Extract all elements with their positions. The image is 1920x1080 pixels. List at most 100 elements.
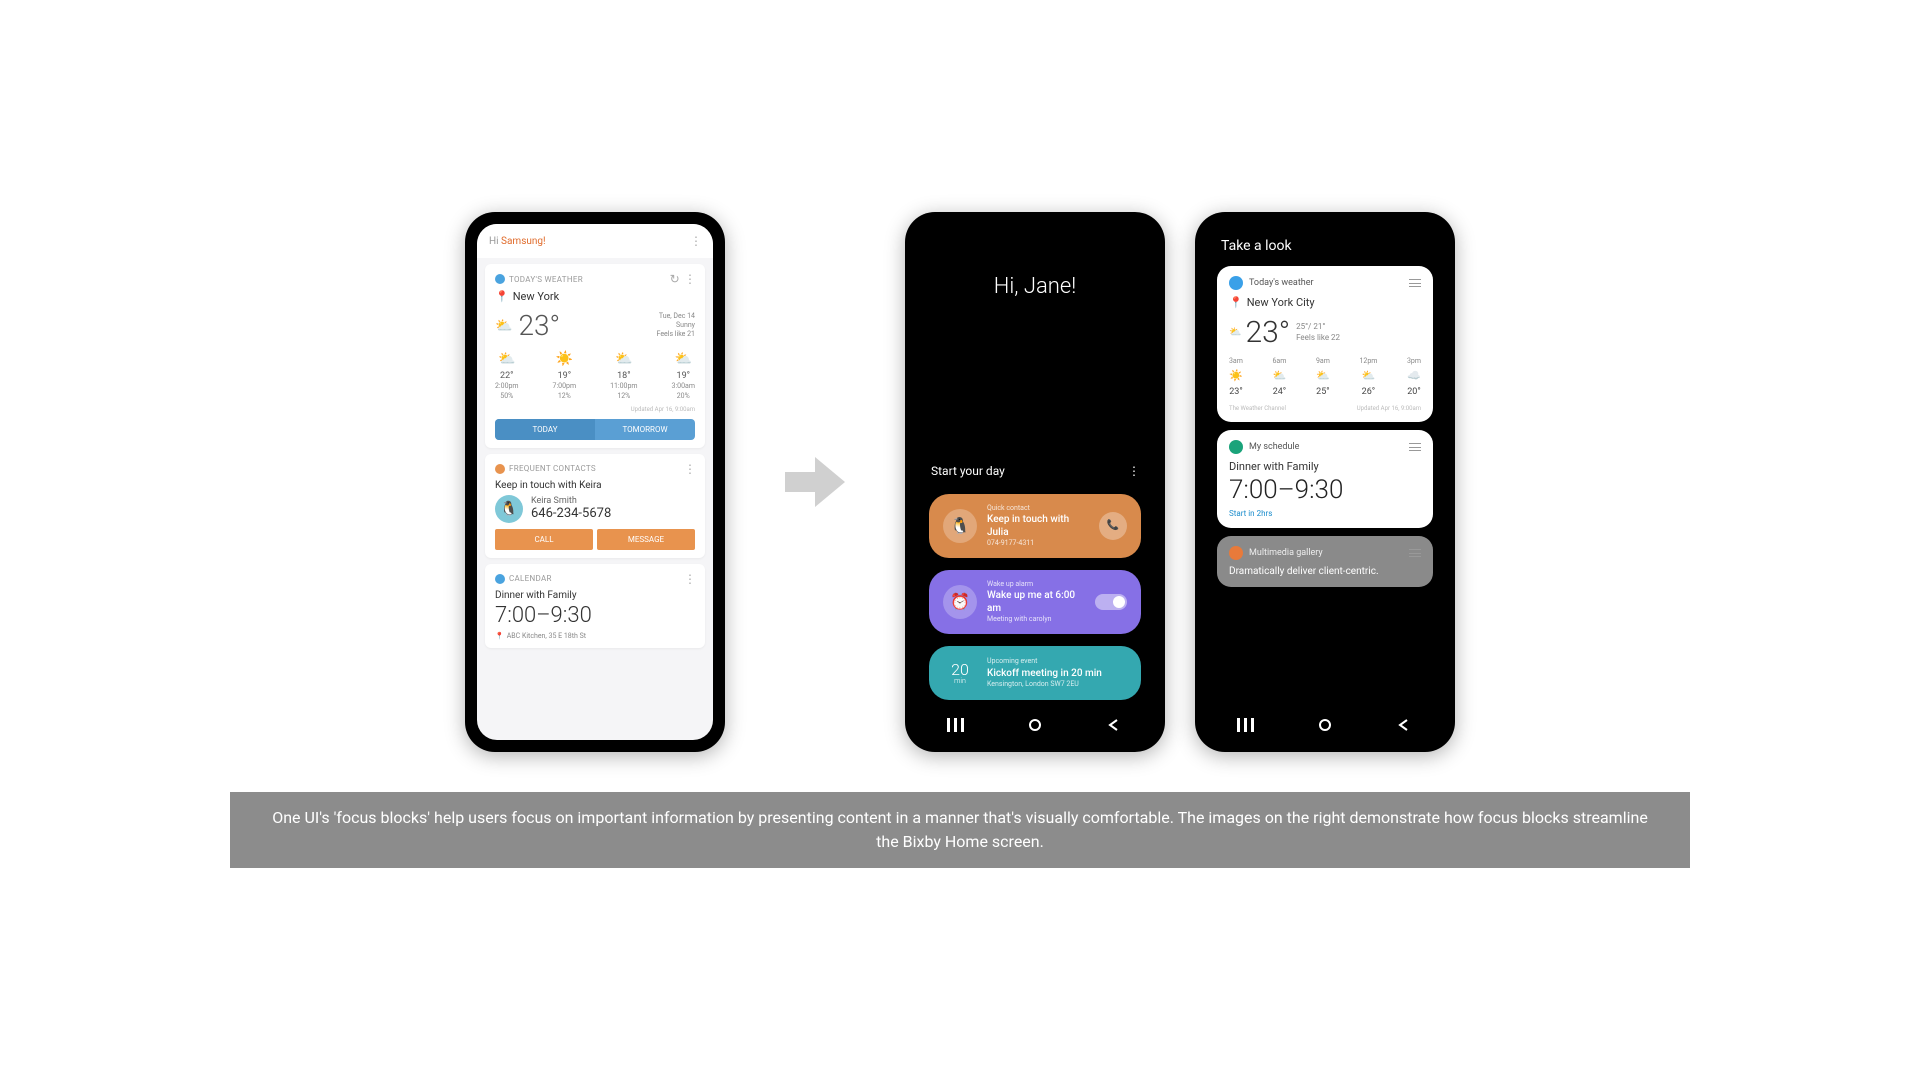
contacts-label: FREQUENT CONTACTS — [509, 464, 596, 473]
gallery-sub: Dramatically deliver client-centric. — [1229, 566, 1421, 577]
block-sub: 074-9177-4311 — [987, 539, 1089, 548]
weather-condition-icon: ⛅ — [1229, 327, 1241, 338]
nav-bar — [1207, 706, 1443, 740]
greeting-hi: Hi — [489, 236, 501, 247]
weather-location: New York City — [1247, 296, 1315, 309]
hourly-item: ⛅18°11:00pm12% — [610, 350, 638, 402]
alarm-toggle[interactable] — [1095, 594, 1127, 610]
home-button[interactable] — [1026, 718, 1044, 732]
recents-button[interactable] — [947, 718, 965, 732]
card-more-icon[interactable]: ⋮ — [684, 272, 695, 286]
weather-date: Tue, Dec 14 — [657, 312, 695, 321]
event-location: ABC Kitchen, 35 E 18th St — [507, 632, 586, 640]
contacts-icon — [495, 464, 505, 474]
hourly-item: ⛅19°3:00am20% — [672, 350, 695, 402]
tab-today[interactable]: TODAY — [495, 419, 595, 440]
hourly-item: 6am⛅24° — [1272, 356, 1286, 399]
more-icon[interactable]: ⋮ — [1128, 464, 1139, 478]
alarm-block[interactable]: ⏰ Wake up alarm Wake up me at 6:00 am Me… — [929, 570, 1141, 634]
weather-hilo: 25°/ 21° — [1296, 322, 1340, 332]
weather-cond: Sunny — [657, 321, 695, 330]
schedule-event: Dinner with Family — [1229, 460, 1421, 473]
weather-label: TODAY'S WEATHER — [509, 275, 583, 284]
hourly-item: ☀️19°7:00pm12% — [553, 350, 577, 402]
block-title: Wake up me at 6:00 am — [987, 589, 1085, 615]
screen-old: Hi Samsung! ⋮ TODAY'S WEATHER ↻ ⋮ 📍 New Y… — [477, 224, 713, 740]
calendar-label: CALENDAR — [509, 574, 552, 583]
event-time: 7:00–9:30 — [495, 603, 695, 628]
contact-name: Keira Smith — [531, 496, 611, 506]
recents-button[interactable] — [1237, 718, 1255, 732]
hourly-item: 3am☀️23° — [1229, 356, 1243, 399]
refresh-icon[interactable]: ↻ — [670, 272, 680, 286]
bixby-header: Hi Samsung! ⋮ — [477, 224, 713, 258]
screen-look: Take a look Today's weather 📍 New York Ci… — [1207, 224, 1443, 740]
phone-take-a-look: Take a look Today's weather 📍 New York Ci… — [1195, 212, 1455, 752]
weather-feels: Feels like 21 — [657, 330, 695, 339]
call-button[interactable]: CALL — [495, 529, 593, 550]
weather-card[interactable]: TODAY'S WEATHER ↻ ⋮ 📍New York ⛅ 23° Tue,… — [485, 264, 705, 448]
greeting: Hi, Jane! — [917, 274, 1153, 299]
contact-number: 646-234-5678 — [531, 506, 611, 521]
block-label: Upcoming event — [987, 657, 1127, 666]
schedule-time: 7:00–9:30 — [1229, 475, 1421, 505]
schedule-start: Start in 2hrs — [1229, 509, 1421, 518]
weather-temp: 23° — [1245, 315, 1290, 350]
calendar-icon — [495, 574, 505, 584]
caption: One UI's 'focus blocks' help users focus… — [230, 792, 1690, 868]
nav-bar — [917, 706, 1153, 740]
greeting-name: Samsung! — [501, 236, 546, 247]
event-title: Dinner with Family — [495, 590, 695, 601]
hourly-item: ⛅22°2:00pm50% — [495, 350, 519, 402]
pin-icon: 📍 — [495, 290, 509, 303]
block-label: Wake up alarm — [987, 580, 1085, 589]
weather-temp: 23° — [518, 309, 560, 342]
weather-icon — [1229, 276, 1243, 290]
schedule-card[interactable]: My schedule Dinner with Family 7:00–9:30… — [1217, 430, 1433, 528]
event-block[interactable]: 20min Upcoming event Kickoff meeting in … — [929, 646, 1141, 700]
pin-icon: 📍 — [495, 632, 504, 640]
gallery-card[interactable]: Multimedia gallery Dramatically deliver … — [1217, 536, 1433, 587]
message-button[interactable]: MESSAGE — [597, 529, 695, 550]
gallery-icon — [1229, 546, 1243, 560]
avatar: 🐧 — [495, 495, 523, 523]
hourly-item: 3pm☁️20° — [1407, 356, 1421, 399]
contact-block[interactable]: 🐧 Quick contact Keep in touch with Julia… — [929, 494, 1141, 558]
block-sub: Kensington, London SW7 2EU — [987, 680, 1127, 689]
comparison-stage: Hi Samsung! ⋮ TODAY'S WEATHER ↻ ⋮ 📍 New Y… — [230, 212, 1690, 868]
block-title: Kickoff meeting in 20 min — [987, 667, 1127, 680]
weather-tabs[interactable]: TODAY TOMORROW — [495, 419, 695, 440]
card-more-icon[interactable]: ⋮ — [684, 462, 695, 476]
back-button[interactable] — [1395, 718, 1413, 732]
arrow-icon — [785, 457, 845, 507]
section-title: Take a look — [1207, 224, 1443, 262]
pin-icon: 📍 — [1229, 296, 1243, 309]
home-button[interactable] — [1316, 718, 1334, 732]
phone-old-ui: Hi Samsung! ⋮ TODAY'S WEATHER ↻ ⋮ 📍 New Y… — [465, 212, 725, 752]
more-icon[interactable]: ⋮ — [690, 234, 701, 248]
block-sub: Meeting with carolyn — [987, 615, 1085, 624]
card-more-icon[interactable]: ⋮ — [684, 572, 695, 586]
card-menu-icon[interactable] — [1409, 443, 1421, 451]
avatar: 🐧 — [943, 509, 977, 543]
weather-card[interactable]: Today's weather 📍 New York City ⛅ 23° 25°… — [1217, 266, 1433, 422]
card-menu-icon[interactable] — [1409, 549, 1421, 557]
weather-icon — [495, 274, 505, 284]
phone-focus-blocks: Hi, Jane! Start your day ⋮ 🐧 Quick conta… — [905, 212, 1165, 752]
hourly-item: 12pm⛅26° — [1359, 356, 1377, 399]
weather-location: New York — [513, 290, 560, 303]
contact-prompt: Keep in touch with Keira — [495, 480, 695, 491]
contacts-card[interactable]: FREQUENT CONTACTS ⋮ Keep in touch with K… — [485, 454, 705, 558]
phones-row: Hi Samsung! ⋮ TODAY'S WEATHER ↻ ⋮ 📍 New Y… — [230, 212, 1690, 752]
screen-focus: Hi, Jane! Start your day ⋮ 🐧 Quick conta… — [917, 224, 1153, 740]
block-label: Quick contact — [987, 504, 1089, 513]
calendar-card[interactable]: CALENDAR ⋮ Dinner with Family 7:00–9:30 … — [485, 564, 705, 648]
tab-tomorrow[interactable]: TOMORROW — [595, 419, 695, 440]
weather-feels: Feels like 22 — [1296, 333, 1340, 343]
card-menu-icon[interactable] — [1409, 279, 1421, 287]
call-icon[interactable]: 📞 — [1099, 512, 1127, 540]
back-button[interactable] — [1105, 718, 1123, 732]
weather-label: Today's weather — [1249, 278, 1314, 288]
hourly-item: 9am⛅25° — [1316, 356, 1330, 399]
countdown-icon: 20min — [943, 656, 977, 690]
